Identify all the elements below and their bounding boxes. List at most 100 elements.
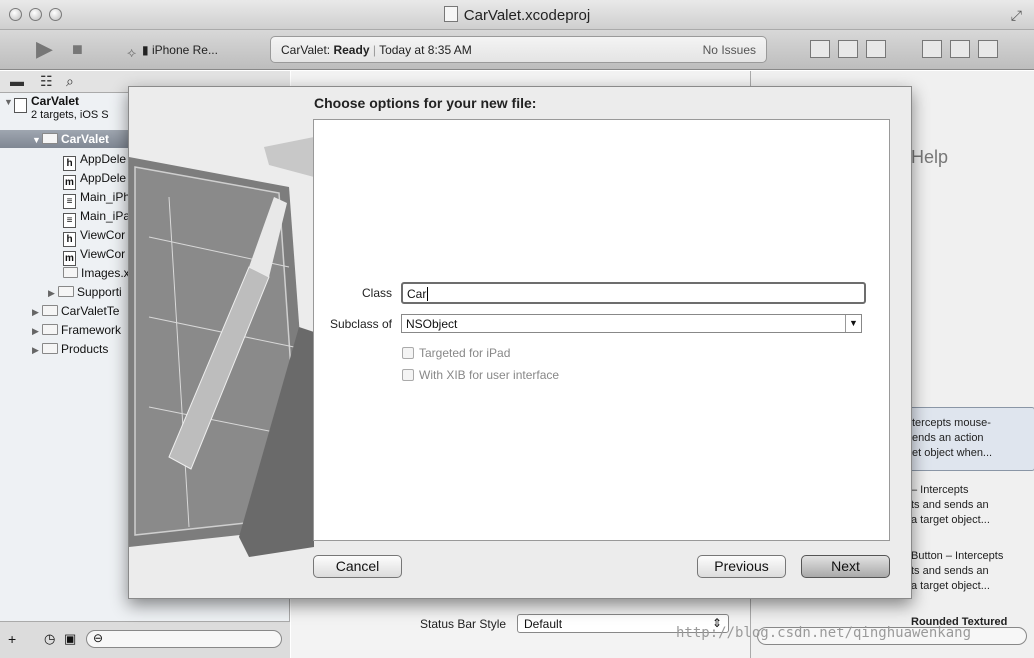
scheme-icon[interactable]: ⟡ bbox=[127, 41, 136, 63]
quick-help-title: Help bbox=[911, 147, 949, 167]
nav-item-label: ViewCor bbox=[80, 228, 126, 242]
folder-icon bbox=[42, 343, 58, 354]
new-file-options-sheet: Choose options for your new file: Class … bbox=[128, 86, 912, 599]
fullscreen-icon[interactable]: ⤢ bbox=[1011, 7, 1022, 24]
dropdown-arrow-icon: ▼ bbox=[845, 315, 861, 332]
options-panel: Class Car Subclass of NSObject ▼ Targeted… bbox=[313, 119, 890, 541]
subclass-label: Subclass of bbox=[329, 317, 392, 331]
nav-item-images-xcassets[interactable]: Images.x bbox=[63, 264, 130, 282]
navigator-toggle-button[interactable] bbox=[922, 40, 942, 58]
nav-item-supporting-files[interactable]: ▶ Supporti bbox=[48, 283, 122, 301]
class-name-field[interactable]: Car bbox=[401, 282, 866, 304]
disclosure-triangle-icon[interactable]: ▶ bbox=[32, 303, 42, 321]
library-item-text: Button – Intercepts ts and sends an a ta… bbox=[911, 550, 1004, 592]
watermark-text: http://blog.csdn.net/qinghuawenkang bbox=[676, 625, 972, 641]
library-item[interactable]: Rounded Textured Button bbox=[751, 607, 1034, 643]
nav-item-viewcontroller-m[interactable]: m ViewCor bbox=[63, 245, 126, 266]
scheme-device-label: iPhone Re... bbox=[151, 43, 218, 57]
disclosure-triangle-icon[interactable]: ▼ bbox=[4, 96, 14, 109]
disclosure-triangle-icon[interactable]: ▼ bbox=[32, 131, 42, 149]
library-item-text: – Intercepts ts and sends an a target ob… bbox=[911, 484, 990, 526]
project-file-icon bbox=[443, 6, 458, 22]
disclosure-triangle-icon[interactable]: ▶ bbox=[48, 284, 58, 302]
toolbar: ▶ ■ ⟡ ▮ iPhone Re... CarValet: Ready | T… bbox=[0, 30, 1034, 70]
text-cursor bbox=[427, 287, 429, 301]
activity-state: Ready bbox=[333, 43, 370, 57]
status-bar-style-label: Status Bar Style bbox=[420, 617, 507, 631]
subclass-value: NSObject bbox=[406, 317, 458, 331]
nav-item-products[interactable]: ▶ Products bbox=[32, 340, 108, 358]
nav-item-main-iphone-storyboard[interactable]: ≡ Main_iPh bbox=[63, 188, 131, 209]
xcode-hammer-blueprint-icon bbox=[129, 137, 314, 557]
nav-item-label: Images.x bbox=[81, 266, 130, 280]
activity-viewer: CarValet: Ready | Today at 8:35 AM No Is… bbox=[270, 36, 767, 63]
stop-button[interactable]: ■ bbox=[72, 38, 83, 60]
checkbox-icon bbox=[402, 347, 414, 359]
activity-status: CarValet: Ready | Today at 8:35 AM bbox=[281, 43, 472, 57]
with-xib-label: With XIB for user interface bbox=[419, 368, 560, 382]
nav-item-appdelegate-h[interactable]: h AppDele bbox=[63, 150, 127, 171]
nav-item-label: Main_iPa bbox=[80, 209, 131, 223]
nav-item-appdelegate-m[interactable]: m AppDele bbox=[63, 169, 127, 190]
issues-status[interactable]: No Issues bbox=[703, 43, 756, 57]
folder-icon bbox=[42, 305, 58, 316]
assistant-editor-button[interactable] bbox=[838, 40, 858, 58]
nav-item-frameworks[interactable]: ▶ Framework bbox=[32, 321, 121, 339]
subclass-select[interactable]: NSObject ▼ bbox=[401, 314, 862, 333]
project-subtitle: 2 targets, iOS S bbox=[31, 109, 109, 121]
filter-icon: ⊖ bbox=[93, 631, 104, 645]
nav-item-label: Products bbox=[61, 342, 109, 356]
status-bar-style-value: Default bbox=[524, 617, 563, 631]
library-item-text: tercepts mouse- ends an action et object… bbox=[912, 417, 993, 459]
cancel-button[interactable]: Cancel bbox=[313, 555, 402, 578]
nav-item-label: ViewCor bbox=[80, 247, 126, 261]
with-xib-checkbox[interactable]: With XIB for user interface bbox=[402, 368, 559, 382]
source-control-icon[interactable]: ▣ bbox=[64, 631, 76, 647]
folder-navigator-icon[interactable]: ▬ bbox=[10, 73, 24, 89]
nav-item-label: Main_iPh bbox=[80, 190, 131, 204]
standard-editor-button[interactable] bbox=[810, 40, 830, 58]
nav-item-carvalet-tests[interactable]: ▶ CarValetTe bbox=[32, 302, 119, 320]
search-navigator-icon[interactable]: ⌕ bbox=[66, 73, 74, 90]
targeted-for-ipad-checkbox[interactable]: Targeted for iPad bbox=[402, 346, 510, 360]
disclosure-triangle-icon[interactable]: ▶ bbox=[32, 322, 42, 340]
utilities-toggle-button[interactable] bbox=[978, 40, 998, 58]
project-icon bbox=[14, 98, 27, 113]
folder-icon bbox=[58, 286, 74, 297]
checkbox-icon bbox=[402, 369, 414, 381]
activity-app-name: CarValet: bbox=[281, 43, 334, 57]
project-root-row[interactable]: ▼ CarValet 2 targets, iOS S bbox=[4, 95, 109, 123]
nav-item-label: CarValet bbox=[61, 132, 110, 146]
folder-icon bbox=[42, 133, 58, 144]
asset-catalog-icon bbox=[63, 267, 78, 278]
window-title: CarValet.xcodeproj bbox=[0, 6, 1034, 24]
debug-area-toggle-button[interactable] bbox=[950, 40, 970, 58]
class-name-value: Car bbox=[407, 287, 427, 301]
nav-item-label: Supporti bbox=[77, 285, 122, 299]
nav-item-label: AppDele bbox=[80, 152, 127, 166]
window-titlebar: CarValet.xcodeproj ⤢ bbox=[0, 0, 1034, 30]
class-label: Class bbox=[361, 286, 392, 300]
recent-files-icon[interactable]: ◷ bbox=[44, 631, 55, 647]
activity-time: Today at 8:35 AM bbox=[379, 43, 472, 57]
sheet-title: Choose options for your new file: bbox=[314, 95, 537, 111]
scheme-device-selector[interactable]: ▮ iPhone Re... bbox=[142, 43, 218, 57]
nav-item-viewcontroller-h[interactable]: h ViewCor bbox=[63, 226, 126, 247]
next-button[interactable]: Next bbox=[801, 555, 890, 578]
window-title-text: CarValet.xcodeproj bbox=[463, 7, 591, 24]
targeted-for-ipad-label: Targeted for iPad bbox=[419, 346, 511, 360]
device-icon: ▮ bbox=[142, 43, 152, 57]
previous-button[interactable]: Previous bbox=[697, 555, 786, 578]
nav-item-main-ipad-storyboard[interactable]: ≡ Main_iPa bbox=[63, 207, 131, 228]
nav-item-label: Framework bbox=[61, 323, 122, 337]
nav-item-label: CarValetTe bbox=[61, 304, 120, 318]
navigator-filter-bar: + ◷ ▣ ⊖ bbox=[0, 621, 290, 658]
version-editor-button[interactable] bbox=[866, 40, 886, 58]
disclosure-triangle-icon[interactable]: ▶ bbox=[32, 341, 42, 359]
folder-icon bbox=[42, 324, 58, 335]
add-icon[interactable]: + bbox=[8, 631, 16, 647]
nav-item-label: AppDele bbox=[80, 171, 127, 185]
navigator-filter-input[interactable]: ⊖ bbox=[86, 630, 282, 648]
symbol-navigator-icon[interactable]: ☷ bbox=[40, 73, 53, 90]
run-button[interactable]: ▶ bbox=[36, 38, 53, 60]
